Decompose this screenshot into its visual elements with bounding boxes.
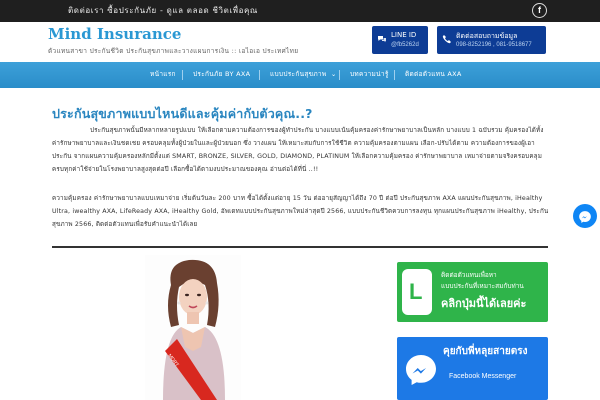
line-banner-text: แบบประกันที่เหมาะสมกับท่าน bbox=[441, 282, 524, 290]
facebook-icon[interactable]: f bbox=[532, 3, 547, 18]
line-logo-icon: L bbox=[402, 269, 432, 315]
nav-separator bbox=[182, 70, 183, 80]
site-tagline: ตัวแทนสาขา ประกันชีวิต ประกันสุขภาพและวา… bbox=[48, 47, 299, 55]
agent-photo: MDRT bbox=[145, 255, 241, 400]
main-nav: หน้าแรก ประกันภัย BY AXA แบบประกันสุขภาพ… bbox=[0, 62, 600, 88]
line-id-box[interactable]: LINE ID @fb5262d bbox=[372, 26, 428, 54]
nav-item-articles[interactable]: บทความน่ารู้ bbox=[350, 69, 389, 79]
nav-separator bbox=[394, 70, 395, 80]
messenger-contact-banner[interactable]: คุยกับพี่หลุยสายตรง Facebook Messenger bbox=[397, 337, 548, 400]
article-paragraph: ประกันสุขภาพนั้นมีหลากหลายรูปแบบ ให้เลือ… bbox=[52, 127, 544, 173]
nav-separator bbox=[259, 70, 260, 80]
topbar-text: ติดต่อเรา ซื้อประกันภัย - ดูแล ตลอด ชีวิ… bbox=[68, 6, 258, 15]
site-title[interactable]: Mind Insurance bbox=[48, 25, 181, 43]
line-contact-banner[interactable]: L ติดต่อตัวแทนเพื่อหา แบบประกันที่เหมาะส… bbox=[397, 262, 548, 322]
top-bar: ติดต่อเรา ซื้อประกันภัย - ดูแล ตลอด ชีวิ… bbox=[0, 0, 600, 22]
nav-item-health-plans-label: แบบประกันสุขภาพ bbox=[270, 70, 327, 78]
page-title: ประกันสุขภาพแบบไหนดีและคุ้มค่ากับตัวคุณ.… bbox=[52, 106, 313, 121]
phone-title: ติดต่อสอบถามข้อมูล bbox=[456, 32, 518, 40]
messenger-banner-title: คุยกับพี่หลุยสายตรง bbox=[443, 346, 528, 357]
phone-icon bbox=[442, 34, 452, 44]
floating-messenger-button[interactable] bbox=[573, 204, 597, 228]
line-banner-text: ติดต่อตัวแทนเพื่อหา bbox=[441, 271, 497, 279]
messenger-icon bbox=[403, 352, 439, 388]
line-id-title: LINE ID bbox=[391, 31, 417, 39]
phone-numbers: 098-8252196 , 081-9518677 bbox=[456, 42, 532, 48]
divider bbox=[52, 246, 548, 248]
line-id-value: @fb5262d bbox=[391, 42, 419, 48]
main-content: ประกันสุขภาพแบบไหนดีและคุ้มค่ากับตัวคุณ.… bbox=[0, 88, 600, 400]
nav-item-home[interactable]: หน้าแรก bbox=[150, 69, 176, 79]
line-banner-cta: คลิกปุ่มนี้ได้เลยค่ะ bbox=[441, 297, 527, 310]
article-paragraph: ความคุ้มครอง ค่ารักษาพยาบาลแบบเหมาจ่าย เ… bbox=[52, 195, 549, 228]
nav-separator bbox=[339, 70, 340, 80]
phone-box[interactable]: ติดต่อสอบถามข้อมูล 098-8252196 , 081-951… bbox=[437, 26, 546, 54]
messenger-icon bbox=[578, 209, 592, 223]
nav-item-axa[interactable]: ประกันภัย BY AXA bbox=[193, 69, 250, 79]
chevron-down-icon: ⌄ bbox=[330, 70, 337, 78]
nav-item-contact[interactable]: ติดต่อตัวแทน AXA bbox=[405, 69, 462, 79]
chat-bubbles-icon bbox=[377, 34, 387, 44]
messenger-banner-subtitle: Facebook Messenger bbox=[449, 373, 517, 380]
line-logo-letter: L bbox=[409, 279, 423, 304]
nav-item-health-plans[interactable]: แบบประกันสุขภาพ ⌄ bbox=[270, 69, 337, 79]
